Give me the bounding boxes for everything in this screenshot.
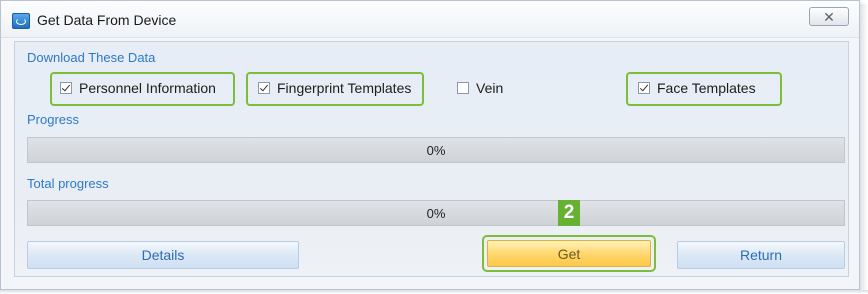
checkbox-box[interactable] <box>60 82 72 94</box>
window-shadow-bottom <box>0 290 868 294</box>
get-button[interactable]: Get <box>487 240 651 267</box>
total-progress-bar: 0% <box>27 200 845 226</box>
checkbox-box[interactable] <box>258 82 270 94</box>
checkbox-vein[interactable]: Vein <box>457 80 503 96</box>
total-progress-percent: 0% <box>426 206 446 221</box>
details-button[interactable]: Details <box>27 241 299 269</box>
checkbox-box[interactable] <box>457 82 469 94</box>
title-bar[interactable]: Get Data From Device ✕ <box>1 1 859 38</box>
progress-label: Progress <box>27 112 80 127</box>
step-number-badge: 2 <box>558 200 580 226</box>
progress-bar: 0% <box>27 137 845 163</box>
get-data-dialog: Get Data From Device ✕ Download These Da… <box>0 0 860 290</box>
checkbox-label: Face Templates <box>657 80 756 96</box>
checkbox-fingerprint-templates[interactable]: Fingerprint Templates <box>258 80 411 96</box>
close-icon: ✕ <box>823 9 835 25</box>
checkbox-personnel-information[interactable]: Personnel Information <box>60 80 216 96</box>
checkbox-label: Personnel Information <box>79 80 216 96</box>
total-progress-label: Total progress <box>27 176 109 191</box>
checkbox-box[interactable] <box>638 82 650 94</box>
checkbox-face-templates[interactable]: Face Templates <box>638 80 756 96</box>
return-button[interactable]: Return <box>677 241 845 269</box>
content-panel: Download These Data Personnel Informatio… <box>14 41 849 277</box>
checkbox-label: Vein <box>476 80 504 96</box>
window-title: Get Data From Device <box>37 12 177 28</box>
window-shadow-right <box>860 4 868 292</box>
progress-percent: 0% <box>426 143 446 158</box>
app-icon <box>12 13 30 29</box>
download-section-label: Download These Data <box>27 50 156 65</box>
close-button[interactable]: ✕ <box>809 7 849 26</box>
checkbox-label: Fingerprint Templates <box>277 80 412 96</box>
